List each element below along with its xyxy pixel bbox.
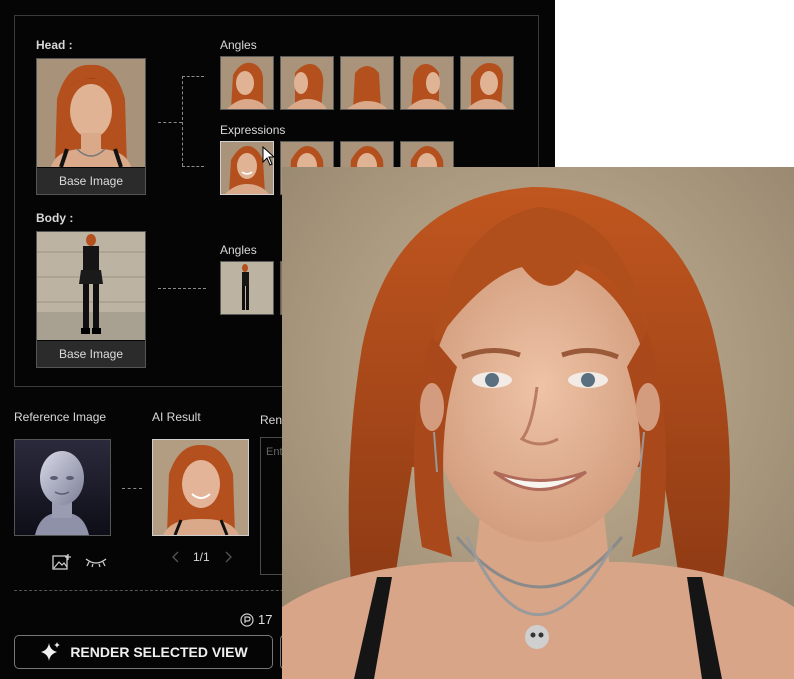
head-angle-thumb[interactable] [220,56,274,110]
head-connector-bottom [182,166,204,167]
head-base-image-caption: Base Image [37,168,145,194]
enlarged-result-preview [282,167,794,679]
credits-count: 17 [258,612,273,627]
credit-icon [240,613,254,627]
body-portrait-image [37,232,145,340]
ai-result-label: AI Result [152,410,201,424]
section-divider [14,590,304,591]
mannequin-head-image [15,440,110,535]
body-angle-image [221,262,273,314]
enlarged-portrait-image [282,167,794,679]
head-label: Head : [36,38,73,52]
body-angles-label: Angles [220,243,257,257]
head-angle-thumb[interactable] [400,56,454,110]
add-image-icon[interactable] [52,553,72,571]
chevron-left-icon[interactable] [172,551,180,563]
head-portrait-image [37,59,145,167]
expressions-label: Expressions [220,123,286,137]
chevron-right-icon[interactable] [224,551,232,563]
eye-closed-icon[interactable] [85,556,107,568]
render-prompt-placeholder: Ent [266,446,283,458]
reference-image[interactable] [14,439,111,536]
head-angles-label: Angles [220,38,257,52]
head-angle-image [341,57,393,109]
reference-to-result-connector [122,488,142,489]
result-pager: 1/1 [193,550,210,564]
head-angle-thumb[interactable] [460,56,514,110]
head-connector-top [182,76,204,77]
head-angle-image [461,57,513,109]
render-prompt-label: Ren [260,413,283,427]
head-angle-thumb[interactable] [280,56,334,110]
head-base-image[interactable]: Base Image [36,58,146,195]
head-connector [158,122,182,123]
body-connector [158,288,206,289]
render-selected-view-button[interactable]: RENDER SELECTED VIEW [14,635,273,669]
ai-result-image[interactable] [152,439,249,536]
ai-result-portrait [153,440,248,535]
reference-image-label: Reference Image [14,410,107,424]
head-angle-image [281,57,333,109]
head-connector-vertical [182,76,183,166]
body-base-image[interactable]: Base Image [36,231,146,368]
sparkle-icon [41,642,61,661]
body-label: Body : [36,211,74,225]
render-button-label: RENDER SELECTED VIEW [70,644,248,660]
head-angle-image [221,57,273,109]
head-angle-thumb[interactable] [340,56,394,110]
head-angle-image [401,57,453,109]
mouse-cursor-icon [262,146,276,166]
body-base-image-caption: Base Image [37,341,145,367]
body-angle-thumb[interactable] [220,261,274,315]
